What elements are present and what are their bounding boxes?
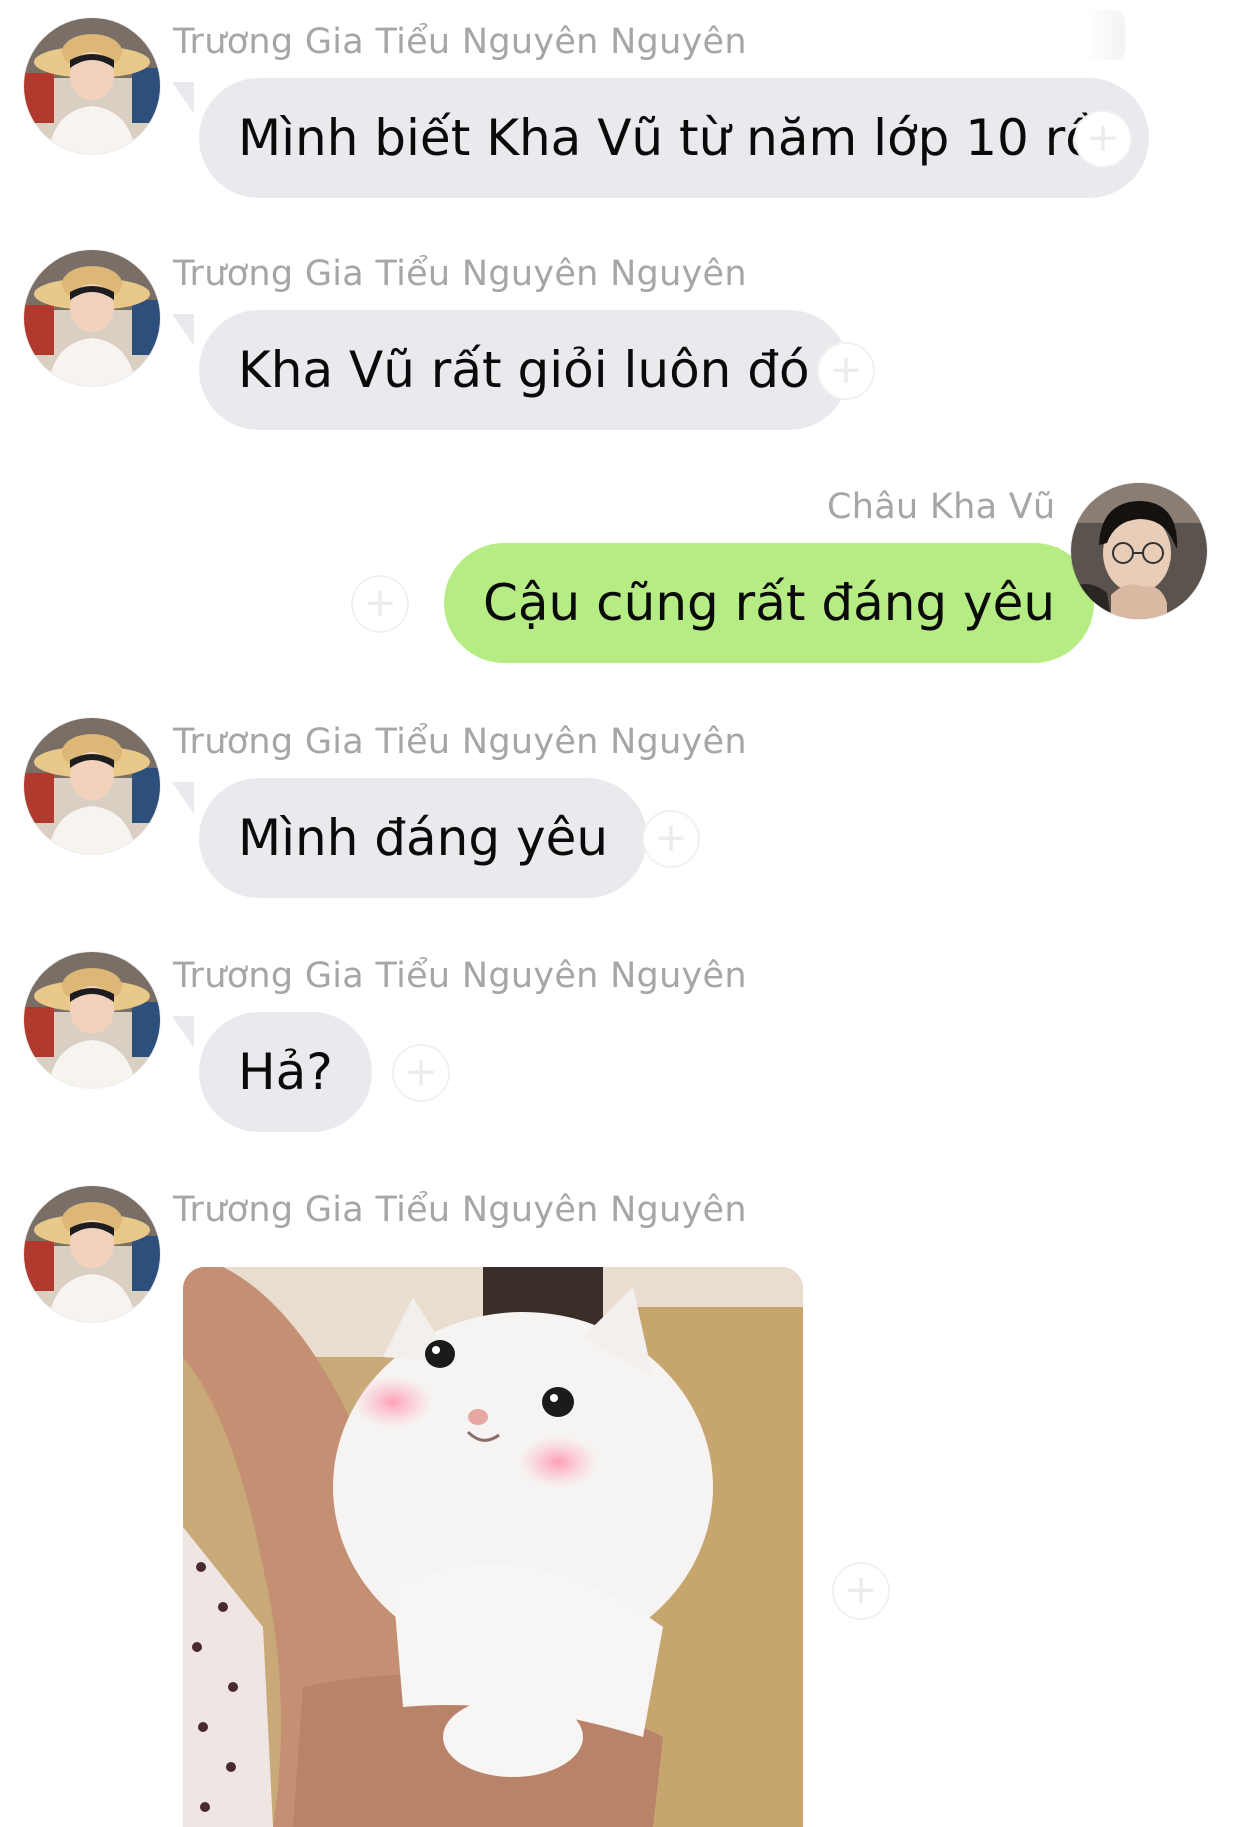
message-bubble[interactable]: Mình đáng yêu: [199, 778, 648, 898]
sender-name: Trương Gia Tiểu Nguyên Nguyên: [173, 254, 747, 294]
bubble-tail: [172, 82, 194, 114]
add-reaction-icon[interactable]: +: [392, 1044, 450, 1102]
avatar-chau-kha-vu[interactable]: [1071, 483, 1207, 619]
message-bubble[interactable]: Mình biết Kha Vũ từ năm lớp 10 rồi: [199, 78, 1149, 198]
add-reaction-icon[interactable]: +: [351, 575, 409, 633]
bubble-tail: [1037, 547, 1059, 579]
sender-name: Trương Gia Tiểu Nguyên Nguyên: [173, 956, 747, 996]
add-reaction-icon[interactable]: +: [642, 810, 700, 868]
avatar-truong-gia[interactable]: [24, 1186, 160, 1322]
avatar-truong-gia[interactable]: [24, 250, 160, 386]
message-row: Trương Gia Tiểu Nguyên Nguyên Kha Vũ rất…: [0, 230, 1242, 430]
message-row: Trương Gia Tiểu Nguyên Nguyên Hả? +: [0, 932, 1242, 1132]
add-reaction-icon[interactable]: +: [1074, 110, 1132, 168]
message-bubble[interactable]: Hả?: [199, 1012, 372, 1132]
bubble-tail: [172, 1016, 194, 1048]
cat-sticker-image[interactable]: [183, 1267, 803, 1827]
sender-name: Trương Gia Tiểu Nguyên Nguyên: [173, 1190, 747, 1230]
bubble-tail: [172, 314, 194, 346]
sender-name: Trương Gia Tiểu Nguyên Nguyên: [173, 22, 747, 62]
avatar-truong-gia[interactable]: [24, 18, 160, 154]
message-row: Trương Gia Tiểu Nguyên Nguyên Mình biết …: [0, 0, 1242, 200]
message-row: Trương Gia Tiểu Nguyên Nguyên Mình đáng …: [0, 698, 1242, 898]
message-row: Châu Kha Vũ + Cậu cũng rất đáng yêu: [0, 463, 1242, 683]
message-bubble[interactable]: Kha Vũ rất giỏi luôn đó: [199, 310, 849, 430]
add-reaction-icon[interactable]: +: [832, 1562, 890, 1620]
message-bubble[interactable]: Cậu cũng rất đáng yêu: [444, 543, 1095, 663]
sender-name: Châu Kha Vũ: [827, 487, 1056, 527]
bubble-tail: [172, 782, 194, 814]
avatar-truong-gia[interactable]: [24, 952, 160, 1088]
avatar-truong-gia[interactable]: [24, 718, 160, 854]
add-reaction-icon[interactable]: +: [817, 342, 875, 400]
sender-name: Trương Gia Tiểu Nguyên Nguyên: [173, 722, 747, 762]
